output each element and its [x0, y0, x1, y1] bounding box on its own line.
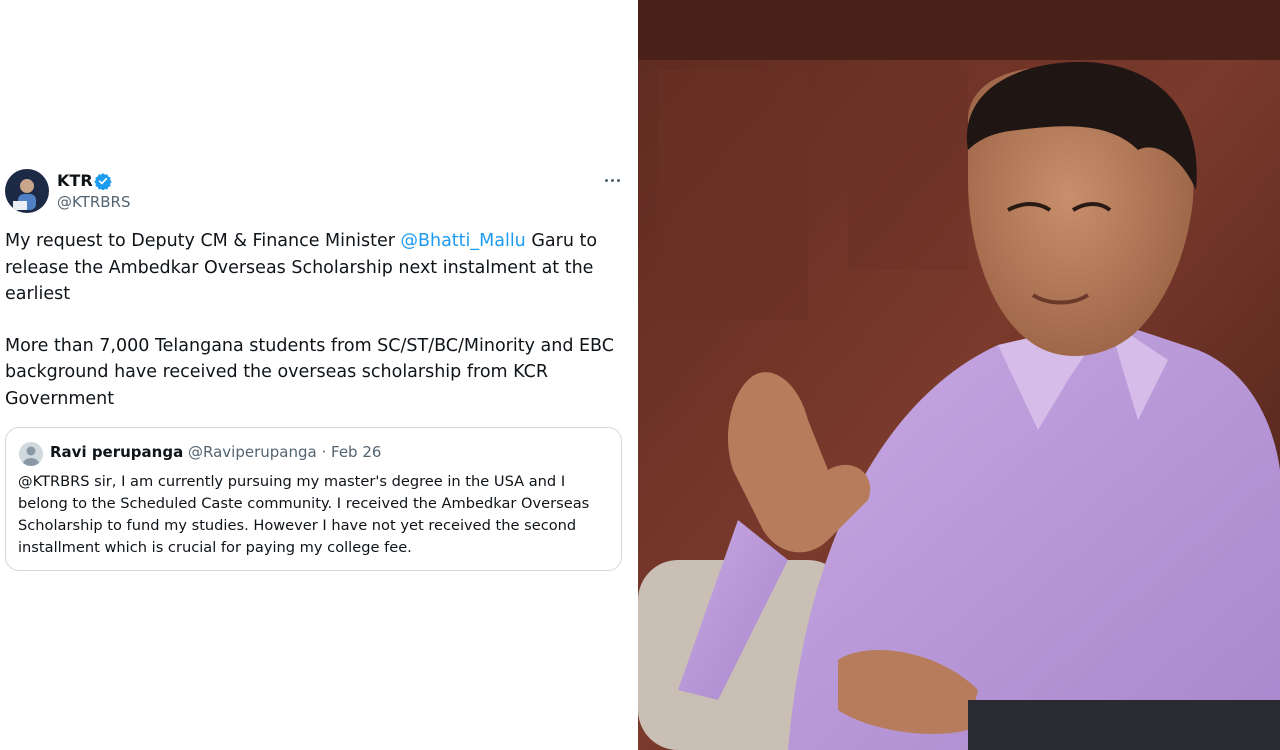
tweet-text: My request to Deputy CM & Finance Minist… [5, 228, 625, 412]
author-handle[interactable]: @KTRBRS [57, 193, 131, 211]
quoted-tweet-date[interactable]: Feb 26 [331, 443, 381, 461]
verified-badge-icon [94, 173, 112, 190]
tweet-text-paragraph: More than 7,000 Telangana students from … [5, 335, 614, 409]
tweet-card: KTR @KTRBRS My request to Deputy CM & Fi… [0, 0, 638, 750]
author-name[interactable]: KTR [57, 171, 93, 191]
quoted-author-name[interactable]: Ravi perupanga [50, 443, 183, 461]
more-options-icon[interactable] [602, 172, 622, 188]
portrait-photo [638, 0, 1280, 750]
quoted-tweet-header: Ravi perupanga @Raviperupanga · Feb 26 [50, 442, 381, 462]
separator-dot: · [321, 443, 327, 461]
quoted-author-avatar[interactable] [19, 442, 43, 466]
quoted-tweet[interactable]: Ravi perupanga @Raviperupanga · Feb 26 @… [5, 427, 622, 571]
tweet-text-part: My request to Deputy CM & Finance Minist… [5, 231, 401, 251]
mention-link[interactable]: @Bhatti_Mallu [400, 231, 525, 251]
author-avatar[interactable] [5, 169, 49, 213]
quoted-tweet-text: @KTRBRS sir, I am currently pursuing my … [18, 473, 590, 556]
quoted-author-handle[interactable]: @Raviperupanga [188, 443, 317, 461]
